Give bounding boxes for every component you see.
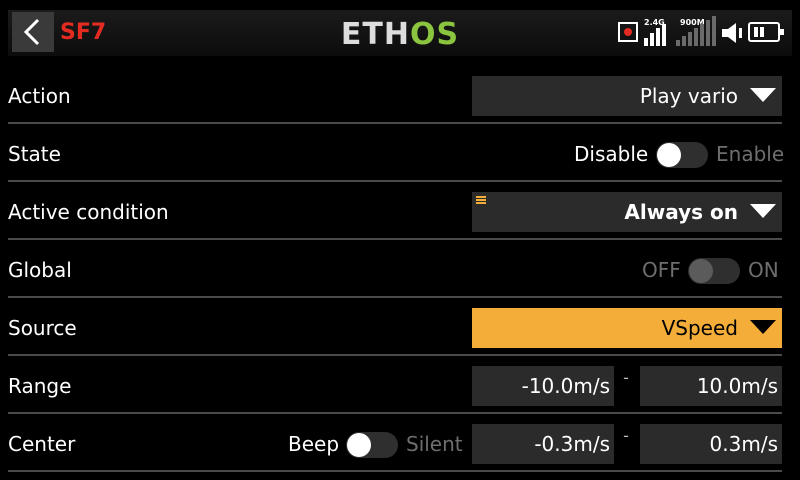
logo-text-right: OS	[409, 16, 460, 52]
active-condition-label: Active condition	[8, 200, 169, 224]
divider	[8, 354, 782, 356]
range-min-field[interactable]: -10.0m/s	[472, 366, 614, 406]
ethos-logo: ETH OS	[338, 16, 462, 52]
action-dropdown[interactable]: Play vario	[472, 76, 782, 116]
global-toggle[interactable]: OFF ON	[642, 258, 782, 284]
switch-knob	[347, 433, 371, 457]
global-on-label: ON	[748, 258, 779, 282]
back-arrow-icon	[23, 18, 40, 46]
row-range: Range -10.0m/s - 10.0m/s	[0, 358, 800, 414]
switch-knob	[689, 259, 713, 283]
logo-text-left: ETH	[340, 16, 410, 52]
menu-icon	[476, 196, 486, 204]
center-min-field[interactable]: -0.3m/s	[472, 424, 614, 464]
dropdown-arrow-icon	[750, 204, 776, 218]
state-toggle[interactable]: Disable Enable	[574, 142, 785, 168]
row-source: Source VSpeed	[0, 300, 800, 356]
active-condition-value: Always on	[624, 200, 738, 224]
center-max-field[interactable]: 0.3m/s	[640, 424, 782, 464]
global-label: Global	[8, 258, 72, 282]
center-separator: -	[623, 426, 629, 445]
source-dropdown[interactable]: VSpeed	[472, 308, 782, 348]
divider	[8, 122, 782, 124]
center-label: Center	[8, 432, 76, 456]
divider	[8, 470, 782, 472]
range-max-field[interactable]: 10.0m/s	[640, 366, 782, 406]
silent-label: Silent	[406, 432, 463, 456]
range-label: Range	[8, 374, 72, 398]
action-value: Play vario	[639, 84, 738, 108]
source-value: VSpeed	[661, 316, 738, 340]
switch-knob	[657, 143, 681, 167]
beep-label: Beep	[288, 432, 340, 456]
divider	[8, 412, 782, 414]
top-bar: SF7 ETH OS 2.4G 900M	[8, 10, 792, 56]
dropdown-arrow-icon	[750, 88, 776, 102]
divider	[8, 238, 782, 240]
state-off-label: Disable	[574, 142, 649, 166]
active-condition-dropdown[interactable]: Always on	[472, 192, 782, 232]
dropdown-arrow-icon	[750, 320, 776, 334]
page-title: SF7	[60, 20, 107, 45]
global-switch[interactable]	[688, 258, 740, 284]
state-switch[interactable]	[656, 142, 708, 168]
status-area: 2.4G 900M	[614, 16, 790, 52]
row-active-condition: Active condition Always on	[0, 184, 800, 240]
center-beep-toggle[interactable]: Beep Silent	[288, 432, 464, 458]
divider	[8, 180, 782, 182]
record-icon	[618, 22, 638, 42]
global-off-label: OFF	[642, 258, 681, 282]
beep-switch[interactable]	[346, 432, 398, 458]
row-global: Global OFF ON	[0, 242, 800, 298]
state-on-label: Enable	[716, 142, 785, 166]
action-label: Action	[8, 84, 71, 108]
divider	[8, 296, 782, 298]
row-action: Action Play vario	[0, 68, 800, 124]
source-label: Source	[8, 316, 77, 340]
state-label: State	[8, 142, 61, 166]
range-separator: -	[623, 368, 629, 387]
row-state: State Disable Enable	[0, 126, 800, 182]
row-center: Center Beep Silent -0.3m/s - 0.3m/s	[0, 416, 800, 472]
battery-icon	[748, 22, 784, 42]
back-button[interactable]	[12, 12, 54, 52]
speaker-icon	[722, 23, 742, 43]
